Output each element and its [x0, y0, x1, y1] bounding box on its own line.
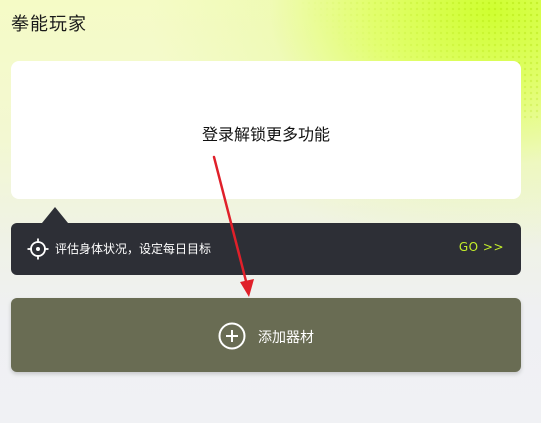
plus-circle-icon — [218, 322, 246, 350]
go-link[interactable]: GO >> — [459, 240, 504, 254]
app-title: 拳能玩家 — [11, 14, 87, 35]
add-equipment-label: 添加器材 — [258, 330, 314, 346]
tip-pointer-arrow — [42, 207, 68, 223]
body-assessment-tip-bar[interactable]: 评估身体状况，设定每日目标 GO >> — [11, 223, 521, 275]
login-card[interactable]: 登录解锁更多功能 — [11, 61, 521, 199]
login-prompt-text[interactable]: 登录解锁更多功能 — [11, 121, 521, 145]
target-icon — [27, 238, 49, 260]
add-equipment-button[interactable]: 添加器材 — [11, 298, 521, 372]
tip-text: 评估身体状况，设定每日目标 — [55, 242, 212, 256]
